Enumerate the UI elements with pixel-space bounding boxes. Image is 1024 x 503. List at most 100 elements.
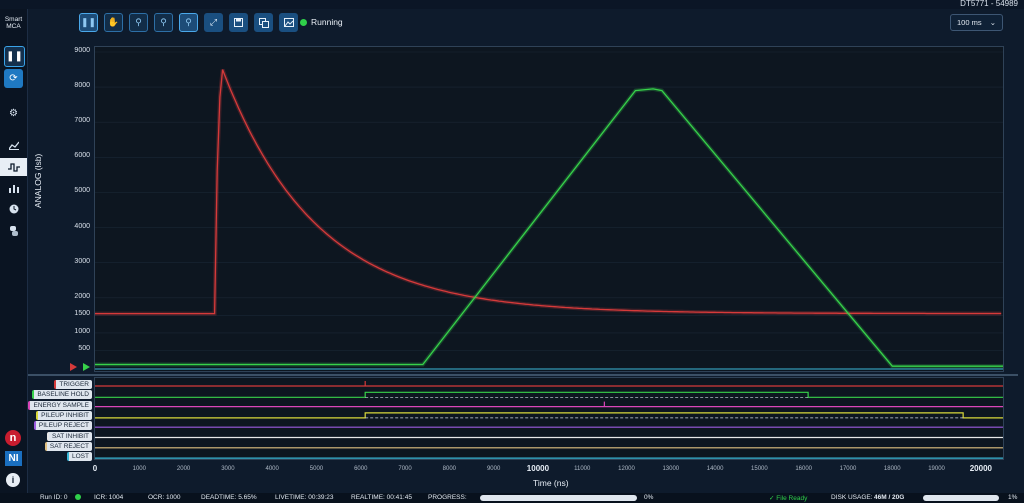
probe-label[interactable]: ENERGY SAMPLE: [28, 400, 92, 410]
x-tick-label: 10000: [526, 464, 550, 473]
x-tick-label: 19000: [928, 466, 945, 472]
status-dot: [300, 18, 307, 26]
digital-trace: [95, 412, 1003, 419]
fit-icon: ⤢: [209, 17, 218, 27]
file-status: ✓ File Ready: [769, 495, 808, 502]
zoom-x-icon: ⚲: [135, 17, 142, 27]
digital-probes-plot[interactable]: [94, 377, 1004, 460]
x-tick-label: 8000: [442, 466, 457, 472]
info-button[interactable]: i: [6, 473, 20, 487]
analog-svg: [95, 51, 1003, 370]
y-tick-label: 2000: [74, 292, 90, 300]
y-tick-label: 5000: [74, 187, 90, 195]
x-tick-label: 12000: [618, 466, 635, 472]
zoom-y-icon: ⚲: [160, 17, 167, 27]
x-tick-label: 16000: [795, 466, 813, 472]
x-tick-label: 11000: [574, 466, 591, 472]
export-image-button[interactable]: [279, 13, 298, 32]
y-tick-label: 8000: [74, 82, 90, 90]
realtime: REALTIME: 00:41:45: [351, 494, 412, 501]
icr: ICR: 1004: [94, 494, 124, 501]
progress-bar: [480, 495, 637, 501]
x-tick-label: 4000: [265, 466, 279, 472]
fit-button[interactable]: ⤢: [204, 13, 223, 32]
zoom-y-button[interactable]: ⚲: [154, 13, 173, 32]
status-text: Running: [311, 17, 343, 27]
pan-button[interactable]: ✋: [104, 13, 123, 32]
x-tick-label: 5000: [309, 466, 324, 472]
ocr: OCR: 1000: [148, 494, 181, 501]
refresh-icon: ⟳: [9, 73, 18, 84]
line-chart-icon: [8, 141, 19, 150]
disk-usage-bar: [923, 495, 999, 501]
trace-marker-red: [70, 363, 77, 371]
x-tick-label: 0: [92, 464, 98, 473]
zoom-x-button[interactable]: ⚲: [129, 13, 148, 32]
copy-icon: [258, 17, 269, 28]
ni-logo: NI: [5, 451, 22, 466]
x-tick-label: 6000: [354, 466, 368, 472]
y-tick-label: 1500: [74, 310, 90, 318]
progress-label: PROGRESS:: [428, 494, 467, 501]
pause-button[interactable]: ❚❚: [4, 46, 25, 67]
digital-svg: [95, 381, 1003, 459]
sidebar: Smart MCA ❚❚ ⟳ ⚙ n NI i: [0, 9, 28, 493]
trace-marker-green: [83, 363, 90, 371]
nuclear-instruments-logo: n: [5, 430, 21, 446]
x-tick-label: 2000: [176, 466, 191, 472]
livetime: LIVETIME: 00:39:23: [275, 494, 334, 501]
sidebar-item-waveform[interactable]: [0, 158, 27, 176]
y-tick-label: 7000: [74, 117, 90, 125]
deadtime: DEADTIME: 5.65%: [201, 494, 257, 501]
probe-label[interactable]: PILEUP REJECT: [33, 421, 92, 431]
x-tick-label: 7000: [398, 466, 412, 472]
probe-label[interactable]: SAT INHIBIT: [47, 431, 92, 441]
series-glow: [95, 68, 1002, 316]
run-id: Run ID: 0: [40, 494, 68, 501]
device-id: DT5771 - 54989: [960, 0, 1018, 8]
plot-splitter[interactable]: [28, 374, 1018, 376]
probe-label[interactable]: TRIGGER: [54, 380, 92, 389]
x-tick-label: 17000: [839, 466, 857, 472]
refresh-button[interactable]: ⟳: [4, 69, 23, 88]
pause-icon: ❚❚: [6, 51, 23, 62]
sidebar-item-settings[interactable]: ⚙: [0, 104, 27, 122]
bar-chart-icon: [8, 184, 19, 193]
copy-button[interactable]: [254, 13, 273, 32]
progress-value: 0%: [644, 494, 654, 501]
sidebar-item-timing[interactable]: [0, 200, 27, 218]
sidebar-item-spectrum[interactable]: [0, 136, 27, 154]
sidebar-item-python[interactable]: [0, 222, 27, 240]
y-tick-label: 3000: [74, 257, 90, 265]
x-tick-label: 13000: [662, 466, 680, 472]
x-tick-label: 14000: [706, 466, 724, 472]
zoom-button[interactable]: ⚲: [179, 13, 198, 32]
image-icon: [283, 18, 294, 27]
status-bar: Run ID: 0 ICR: 1004 OCR: 1000 DEADTIME: …: [0, 493, 1024, 503]
y-tick-label: 9000: [74, 47, 90, 54]
x-tick-label: 18000: [883, 466, 901, 472]
series-line: [95, 69, 1002, 315]
x-tick-label: 1000: [132, 466, 146, 472]
probe-label[interactable]: PILEUP INHIBIT: [36, 410, 92, 420]
refresh-interval-select[interactable]: 100 ms ⌄: [950, 14, 1003, 31]
pause-plot-button[interactable]: ❚❚: [79, 13, 98, 32]
sidebar-item-statistics[interactable]: [0, 179, 27, 197]
title-bar: DT5771 - 54989: [0, 0, 1024, 9]
analog-plot[interactable]: [94, 46, 1004, 372]
gear-icon: ⚙: [9, 107, 18, 119]
disk-usage-label: DISK USAGE:: [831, 494, 873, 501]
disk-usage-percent: 1%: [1008, 494, 1018, 501]
x-axis-label: Time (ns): [533, 478, 569, 488]
probe-label[interactable]: BASELINE HOLD: [32, 390, 92, 400]
probe-label[interactable]: SAT REJECT: [44, 441, 92, 451]
y-tick-label: 500: [78, 345, 90, 353]
save-button[interactable]: [229, 13, 248, 32]
probe-label[interactable]: LOST: [67, 452, 92, 462]
plot-toolbar: ❚❚ ✋ ⚲ ⚲ ⚲ ⤢: [79, 13, 298, 32]
disk-usage-value: 46M / 20G: [874, 494, 905, 501]
pause-icon: ❚❚: [80, 17, 97, 27]
interval-value: 100 ms: [957, 18, 982, 27]
y-tick-label: 6000: [74, 152, 90, 160]
digital-trace: [95, 391, 1003, 398]
